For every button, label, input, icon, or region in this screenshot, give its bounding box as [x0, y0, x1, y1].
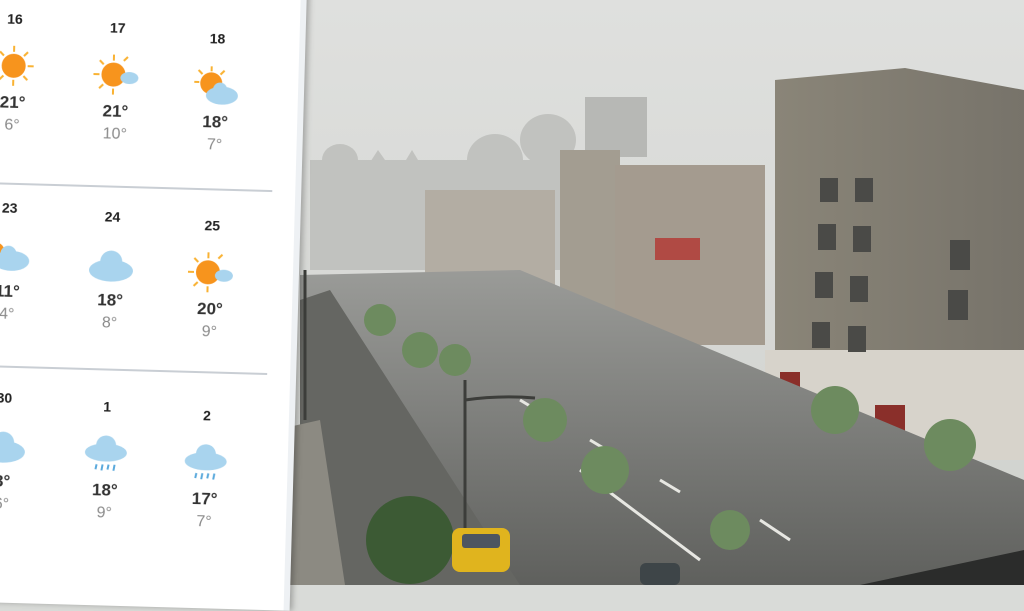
high-temp: 21°: [0, 92, 48, 114]
high-temp: 17°: [169, 488, 240, 510]
day-date: 16: [0, 10, 50, 32]
forecast-day: 17 21° 10°: [80, 19, 153, 145]
forecast-day: 30 8° 6°: [0, 389, 40, 515]
high-temp: 18°: [180, 111, 251, 133]
low-temp: 9°: [174, 322, 244, 342]
sun-cloud-icon: [183, 251, 238, 294]
forecast-day: 16 21° 6°: [0, 10, 50, 136]
forecast-panel: 16 21° 6° 17 21° 10° 18 18°: [0, 0, 307, 611]
low-temp: 9°: [69, 504, 139, 524]
forecast-day: 24 18° 8°: [74, 208, 147, 334]
sun-cloud-icon: [0, 233, 36, 276]
forecast-week: 23 11° 4° 24 18° 8° 25 20°: [0, 185, 272, 375]
day-date: 30: [0, 389, 40, 411]
rain-cloud-icon: [178, 441, 233, 484]
high-temp: 21°: [80, 101, 151, 123]
forecast-day: 1 18° 9°: [69, 398, 142, 524]
low-temp: 7°: [169, 512, 239, 532]
forecast-day: 2 17° 7°: [169, 406, 242, 532]
low-temp: 6°: [0, 495, 37, 515]
day-date: 1: [72, 398, 143, 420]
rain-cloud-icon: [78, 432, 133, 475]
forecast-day: 23 11° 4°: [0, 199, 45, 325]
day-date: 2: [172, 406, 243, 428]
day-date: 24: [77, 208, 148, 230]
high-temp: 11°: [0, 281, 43, 303]
high-temp: 8°: [0, 471, 37, 493]
day-date: 25: [177, 216, 248, 238]
sun-cloud-large-icon: [189, 64, 244, 107]
forecast-week: 16 21° 6° 17 21° 10° 18 18°: [0, 2, 277, 192]
sun-icon: [0, 44, 41, 87]
low-temp: 8°: [74, 314, 144, 334]
low-temp: 6°: [0, 116, 47, 136]
high-temp: 18°: [75, 290, 146, 312]
forecast-day: 18 18° 7°: [179, 30, 252, 156]
forecast-day: 25 20° 9°: [174, 216, 247, 342]
low-temp: 10°: [80, 125, 150, 145]
forecast-card: 16 21° 6° 17 21° 10° 18 18°: [0, 0, 311, 611]
day-date: 18: [182, 30, 253, 52]
forecast-week: 30 8° 6° 1 18° 9° 2 17°: [0, 371, 267, 559]
cloud-icon: [84, 242, 139, 285]
high-temp: 18°: [70, 480, 141, 502]
low-temp: 4°: [0, 305, 42, 325]
cloud-icon: [0, 423, 31, 466]
sun-cloud-icon: [89, 53, 144, 96]
day-date: 23: [0, 199, 45, 221]
low-temp: 7°: [179, 135, 249, 155]
high-temp: 20°: [175, 298, 246, 320]
taxi: [452, 528, 510, 572]
day-date: 17: [82, 19, 153, 41]
